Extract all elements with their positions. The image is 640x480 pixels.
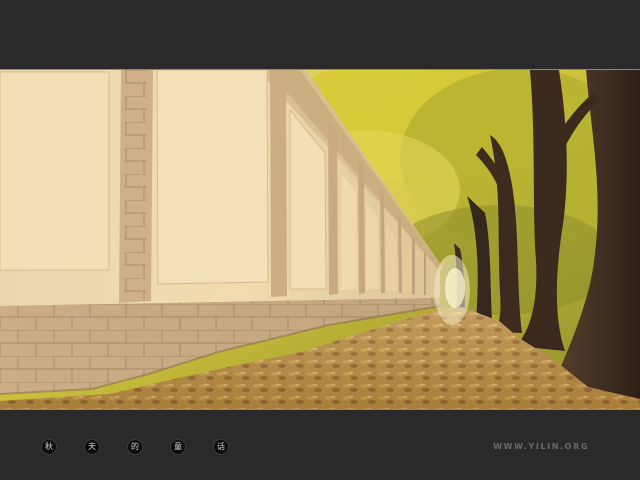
caption-character-1: 秋 bbox=[42, 440, 56, 454]
bright-vanishing-point bbox=[434, 255, 470, 325]
caption-character-5: 话 bbox=[214, 440, 228, 454]
caption-character-3: 的 bbox=[128, 440, 142, 454]
caption-character-2: 天 bbox=[85, 440, 99, 454]
autumn-photo bbox=[0, 69, 640, 410]
top-border-band bbox=[0, 0, 640, 69]
site-watermark: WWW.YILIN.ORG bbox=[493, 442, 589, 451]
photo-frame: 秋 天 的 童 话 WWW.YILIN.ORG bbox=[0, 0, 640, 480]
caption-character-4: 童 bbox=[171, 440, 185, 454]
autumn-scene-illustration bbox=[0, 70, 640, 409]
